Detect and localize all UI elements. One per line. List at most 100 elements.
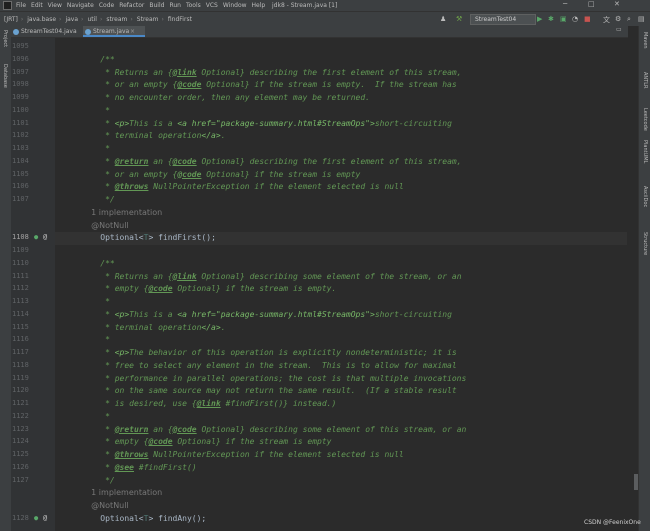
run-icon[interactable]: ▶ — [537, 15, 542, 23]
code-line: 1097 * Returns an {@link Optional} descr… — [0, 66, 627, 79]
split-editor-icon[interactable]: ▭ — [616, 26, 622, 33]
menu-navigate[interactable]: Navigate — [67, 2, 94, 9]
code-text: * @throws NullPointerException if the el… — [81, 182, 404, 192]
code-line: 1124 * empty {@code Optional} if the str… — [0, 435, 627, 448]
code-line: 1 implementation — [0, 486, 627, 499]
profile-icon[interactable]: ◔ — [572, 15, 578, 23]
breadcrumb-stream[interactable]: stream — [106, 16, 127, 23]
annotation-gutter-icon[interactable]: @ — [43, 231, 47, 244]
line-number: 1116 — [12, 335, 29, 344]
code-line: 1099 * no encounter order, then any elem… — [0, 91, 627, 104]
line-number: 1115 — [12, 322, 29, 331]
menu-build[interactable]: Build — [149, 2, 164, 9]
intellij-logo-icon — [3, 1, 12, 10]
minimize-icon[interactable]: ─ — [563, 0, 567, 8]
breadcrumb-java[interactable]: java — [65, 16, 78, 23]
breadcrumb-stream-interface[interactable]: Stream — [137, 16, 159, 23]
code-text: * terminal operation</a>. — [81, 322, 226, 332]
tool-asciidoc[interactable]: AsciiDoc — [642, 186, 648, 207]
tool-antlr[interactable]: ANTLR — [642, 72, 648, 88]
menu-refactor[interactable]: Refactor — [119, 2, 144, 9]
code-text: */ — [81, 195, 115, 204]
project-structure-icon[interactable]: ▤ — [638, 15, 645, 23]
menu-vcs[interactable]: VCS — [206, 2, 218, 9]
code-text: * @throws NullPointerException if the el… — [81, 450, 404, 459]
code-line: 1105 * or an empty {@code Optional} if t… — [0, 168, 627, 181]
tool-structure[interactable]: Structure — [642, 232, 648, 255]
line-number: 1110 — [12, 258, 29, 267]
code-text: Optional<T> findAny(); — [81, 513, 207, 523]
code-text: /** — [81, 54, 115, 64]
build-hammer-icon[interactable]: ⚒ — [456, 15, 462, 23]
line-number: 1118 — [12, 360, 29, 369]
line-number: 1120 — [12, 386, 29, 395]
code-line: 1107 */ — [0, 193, 627, 206]
translate-icon[interactable]: 文 — [603, 15, 610, 25]
close-icon[interactable]: ✕ — [614, 0, 620, 8]
tool-maven[interactable]: Maven — [642, 32, 648, 49]
line-number: 1123 — [12, 424, 29, 433]
code-line: 1112 * empty {@code Optional} if the str… — [0, 282, 627, 295]
code-text: * empty {@code Optional} if the stream i… — [81, 437, 332, 447]
tab-label: Stream.java — [93, 28, 130, 35]
code-text: * Returns an {@link Optional} describing… — [81, 271, 462, 281]
tab-stream-java[interactable]: Stream.java × — [83, 26, 145, 37]
code-line: 1123 * @return an {@code Optional} descr… — [0, 423, 627, 436]
line-number: 1102 — [12, 131, 29, 140]
line-number: 1105 — [12, 169, 29, 178]
line-number: 1101 — [12, 118, 29, 127]
line-number: 1125 — [12, 450, 29, 458]
annotation-gutter-icon[interactable]: @ — [43, 512, 47, 525]
breadcrumb-java-base[interactable]: java.base — [27, 16, 56, 23]
tab-label: StreamTest04.java — [21, 28, 77, 35]
tool-plantuml[interactable]: PlantUML — [642, 140, 648, 163]
code-text: * <p>The behavior of this operation is e… — [81, 348, 457, 357]
stop-icon[interactable]: ■ — [584, 15, 591, 23]
implemented-gutter-icon[interactable]: ● — [34, 512, 38, 525]
code-line: 1098 * or an empty {@code Optional} if t… — [0, 78, 627, 91]
menu-code[interactable]: Code — [99, 2, 114, 9]
line-number: 1119 — [12, 373, 29, 382]
breadcrumb-jrt[interactable]: [JRT] — [4, 16, 18, 23]
breadcrumb-util[interactable]: util — [87, 16, 97, 23]
tab-streamtest04[interactable]: StreamTest04.java — [11, 26, 83, 37]
menu-view[interactable]: View — [48, 2, 62, 9]
editor-scrollbar[interactable] — [634, 474, 638, 490]
debug-icon[interactable]: ✱ — [548, 15, 554, 23]
tool-leetcode[interactable]: Leetcode — [642, 108, 648, 131]
code-line: 1108 Optional<T> findFirst(); ● @ — [0, 231, 627, 244]
menu-file[interactable]: File — [16, 2, 26, 9]
menu-run[interactable]: Run — [169, 2, 181, 9]
menu-window[interactable]: Window — [223, 2, 247, 9]
line-number: 1126 — [12, 462, 29, 471]
coverage-icon[interactable]: ▣ — [560, 15, 567, 23]
menu-edit[interactable]: Edit — [31, 2, 43, 9]
window-title: jdk8 - Stream.java [1] — [272, 2, 338, 9]
line-number: 1098 — [12, 80, 29, 89]
code-line: 1103 * — [0, 142, 627, 155]
navigation-bar: [JRT] › java.base › java › util › stream › St… — [0, 11, 650, 26]
line-number: 1095 — [12, 42, 29, 50]
code-text: * @return an {@code Optional} describing… — [81, 156, 462, 166]
code-line: 1117 * <p>The behavior of this operation… — [0, 346, 627, 359]
java-interface-icon — [85, 29, 91, 35]
implemented-gutter-icon[interactable]: ● — [34, 231, 38, 244]
user-icon[interactable]: ♟ — [440, 15, 446, 23]
maximize-icon[interactable]: □ — [588, 0, 595, 8]
run-configuration-select[interactable]: StreamTest04 — [470, 14, 536, 25]
code-text: * or an empty {@code Optional} if the st… — [81, 80, 457, 90]
code-line: @NotNull — [0, 499, 627, 512]
menu-help[interactable]: Help — [252, 2, 266, 9]
right-tool-strip: Maven ANTLR Leetcode PlantUML AsciiDoc S… — [638, 26, 650, 531]
menu-tools[interactable]: Tools — [186, 2, 201, 9]
line-number: 1112 — [12, 284, 29, 293]
breadcrumb-findfirst[interactable]: findFirst — [168, 16, 192, 23]
code-text: 1 implementation — [81, 488, 163, 498]
close-tab-icon[interactable]: × — [130, 26, 135, 37]
code-text: @NotNull — [81, 220, 129, 230]
search-icon[interactable]: ⌕ — [627, 15, 631, 24]
code-line: 1109 — [0, 244, 627, 257]
line-number: 1121 — [12, 399, 29, 407]
settings-icon[interactable]: ⚙ — [615, 15, 621, 23]
code-text: * — [81, 297, 110, 306]
